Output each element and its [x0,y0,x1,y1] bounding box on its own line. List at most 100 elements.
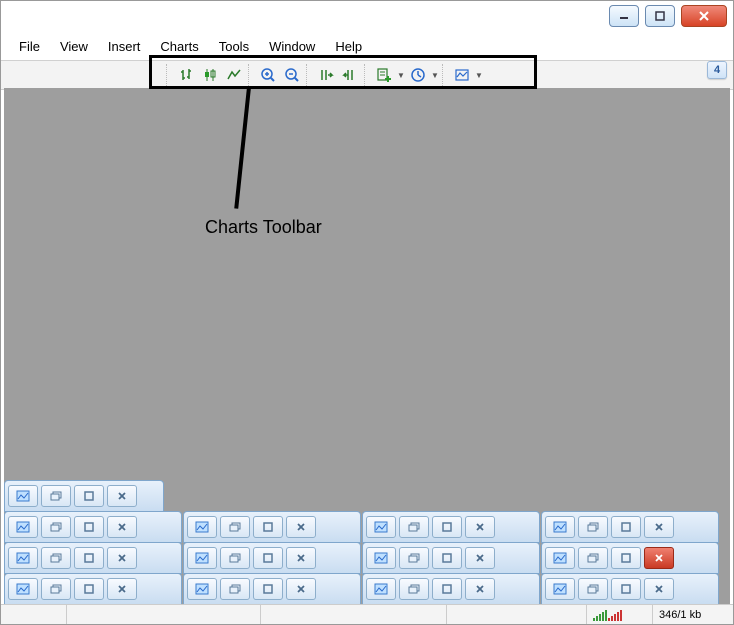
maximize-icon[interactable] [611,516,641,538]
new-messages-badge[interactable]: 4 [707,61,727,79]
maximize-icon[interactable] [611,578,641,600]
close-icon[interactable] [107,516,137,538]
maximize-icon[interactable] [74,516,104,538]
minimized-chart-window[interactable] [362,573,540,605]
restore-icon[interactable] [41,516,71,538]
close-icon[interactable] [465,516,495,538]
periods-icon[interactable] [407,64,429,86]
bar-chart-icon[interactable] [175,64,197,86]
restore-icon[interactable] [578,516,608,538]
close-icon[interactable] [107,547,137,569]
menu-insert[interactable]: Insert [98,37,151,56]
menu-tools[interactable]: Tools [209,37,259,56]
restore-icon[interactable] [399,547,429,569]
maximize-icon[interactable] [432,547,462,569]
restore-icon[interactable] [220,578,250,600]
status-transfer: 346/1 kb [653,605,733,624]
chart-window-icon[interactable] [187,578,217,600]
close-icon[interactable] [286,547,316,569]
menu-file[interactable]: File [9,37,50,56]
chart-window-icon[interactable] [366,547,396,569]
menu-view[interactable]: View [50,37,98,56]
maximize-icon[interactable] [432,516,462,538]
minimize-button[interactable] [609,5,639,27]
close-icon[interactable] [107,578,137,600]
close-icon[interactable] [107,485,137,507]
restore-icon[interactable] [41,547,71,569]
minimized-chart-window[interactable] [4,480,164,512]
chart-window-icon[interactable] [366,516,396,538]
close-icon[interactable] [644,547,674,569]
chart-window-icon[interactable] [187,547,217,569]
templates-dropdown[interactable]: ▼ [475,71,483,80]
candlestick-icon[interactable] [199,64,221,86]
restore-icon[interactable] [41,485,71,507]
chart-window-icon[interactable] [545,516,575,538]
periods-dropdown[interactable]: ▼ [431,71,439,80]
chart-window-icon[interactable] [545,578,575,600]
restore-icon[interactable] [399,516,429,538]
close-icon[interactable] [644,578,674,600]
menu-help[interactable]: Help [325,37,372,56]
maximize-icon[interactable] [74,485,104,507]
maximize-icon[interactable] [253,516,283,538]
minimized-window-row [4,542,730,573]
minimized-chart-window[interactable] [183,573,361,605]
minimized-chart-window[interactable] [541,511,719,543]
maximize-button[interactable] [645,5,675,27]
menu-charts[interactable]: Charts [150,37,208,56]
restore-icon[interactable] [41,578,71,600]
maximize-icon[interactable] [253,578,283,600]
toolbar-separator [306,64,312,86]
minimized-chart-window[interactable] [541,542,719,574]
maximize-icon[interactable] [74,578,104,600]
indicators-dropdown[interactable]: ▼ [397,71,405,80]
annotation-label: Charts Toolbar [205,217,322,238]
chart-window-icon[interactable] [8,578,38,600]
close-icon[interactable] [286,578,316,600]
minimized-chart-window[interactable] [541,573,719,605]
close-icon[interactable] [286,516,316,538]
chart-window-icon[interactable] [366,578,396,600]
indicators-icon[interactable] [373,64,395,86]
close-icon[interactable] [465,547,495,569]
zoom-out-icon[interactable] [281,64,303,86]
chart-window-icon[interactable] [187,516,217,538]
chart-window-icon[interactable] [8,516,38,538]
templates-icon[interactable] [451,64,473,86]
toolbar-row: ▼ ▼ ▼ [1,60,733,90]
minimized-chart-window[interactable] [4,511,182,543]
restore-icon[interactable] [220,516,250,538]
chart-window-icon[interactable] [8,485,38,507]
restore-icon[interactable] [399,578,429,600]
minimized-chart-window[interactable] [4,542,182,574]
toolbar-spacer [1,61,161,89]
auto-scroll-icon[interactable] [315,64,337,86]
restore-icon[interactable] [578,578,608,600]
minimized-chart-window[interactable] [183,511,361,543]
restore-icon[interactable] [220,547,250,569]
restore-icon[interactable] [578,547,608,569]
minimized-chart-window[interactable] [183,542,361,574]
minimized-chart-window[interactable] [362,511,540,543]
maximize-icon[interactable] [432,578,462,600]
maximize-icon[interactable] [611,547,641,569]
maximize-icon[interactable] [74,547,104,569]
zoom-in-icon[interactable] [257,64,279,86]
maximize-icon[interactable] [253,547,283,569]
toolbar-separator [364,64,370,86]
minimized-chart-window[interactable] [362,542,540,574]
close-icon[interactable] [644,516,674,538]
close-icon[interactable] [465,578,495,600]
chart-shift-icon[interactable] [339,64,361,86]
line-chart-icon[interactable] [223,64,245,86]
close-button[interactable] [681,5,727,27]
menu-window[interactable]: Window [259,37,325,56]
minimized-windows-area [4,480,730,604]
mdi-workspace [4,88,730,604]
status-bar: 346/1 kb [1,604,733,624]
chart-window-icon[interactable] [8,547,38,569]
minimized-window-row [4,480,730,511]
minimized-chart-window[interactable] [4,573,182,605]
chart-window-icon[interactable] [545,547,575,569]
